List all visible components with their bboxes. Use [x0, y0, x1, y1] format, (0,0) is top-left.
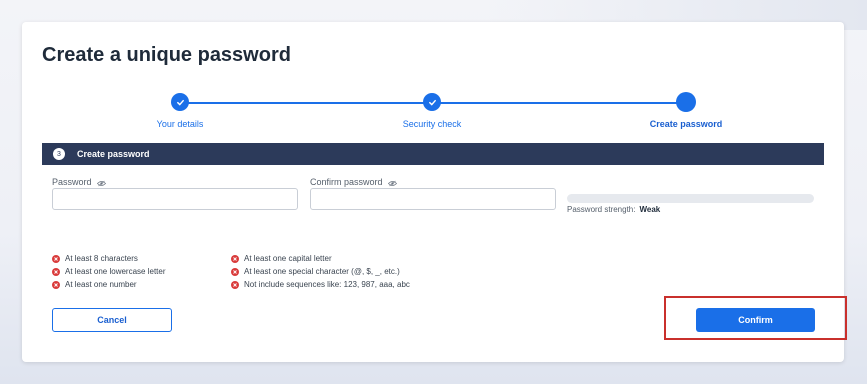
confirm-password-label-text: Confirm password	[310, 177, 383, 187]
section-title: Create password	[77, 149, 150, 159]
confirm-password-label: Confirm password	[310, 177, 397, 187]
rule-text: At least one lowercase letter	[65, 267, 166, 276]
step-label-create-password: Create password	[649, 119, 723, 129]
password-rules-column-2: At least one capital letter At least one…	[231, 252, 410, 291]
rule-item: At least one lowercase letter	[52, 265, 166, 278]
step-2-check-icon	[423, 93, 441, 111]
rule-text: At least one special character (@, $, _,…	[244, 267, 400, 276]
password-strength-label: Password strength:	[567, 205, 636, 214]
section-number-badge: 3	[53, 148, 65, 160]
section-header: 3 Create password	[42, 143, 824, 165]
confirm-highlight-box	[664, 296, 847, 340]
stepper-line-1	[180, 102, 432, 104]
rule-item: Not include sequences like: 123, 987, aa…	[231, 278, 410, 291]
rule-text: At least one number	[65, 280, 137, 289]
error-x-icon	[231, 254, 239, 263]
password-strength-bar	[567, 194, 814, 203]
step-label-your-details: Your details	[156, 119, 204, 129]
rule-item: At least one capital letter	[231, 252, 410, 265]
password-strength-value: Weak	[639, 205, 661, 214]
cancel-button[interactable]: Cancel	[52, 308, 172, 332]
confirm-password-input[interactable]	[310, 188, 556, 210]
error-x-icon	[52, 280, 60, 289]
rule-text: At least 8 characters	[65, 254, 138, 263]
error-x-icon	[52, 254, 60, 263]
step-label-security-check: Security check	[402, 119, 462, 129]
error-x-icon	[231, 267, 239, 276]
rule-item: At least 8 characters	[52, 252, 166, 265]
password-rules-column-1: At least 8 characters At least one lower…	[52, 252, 166, 291]
step-3-current-dot	[676, 92, 696, 112]
page-title: Create a unique password	[42, 44, 291, 66]
password-strength-text: Password strength: Weak	[567, 205, 660, 214]
password-label-text: Password	[52, 177, 92, 187]
error-x-icon	[52, 267, 60, 276]
show-confirm-password-eye-icon[interactable]	[387, 179, 397, 186]
password-label: Password	[52, 177, 106, 187]
error-x-icon	[231, 280, 239, 289]
rule-item: At least one special character (@, $, _,…	[231, 265, 410, 278]
show-password-eye-icon[interactable]	[96, 179, 106, 186]
password-input[interactable]	[52, 188, 298, 210]
step-1-check-icon	[171, 93, 189, 111]
rule-item: At least one number	[52, 278, 166, 291]
rule-text: At least one capital letter	[244, 254, 332, 263]
rule-text: Not include sequences like: 123, 987, aa…	[244, 280, 410, 289]
stepper-line-2	[432, 102, 686, 104]
